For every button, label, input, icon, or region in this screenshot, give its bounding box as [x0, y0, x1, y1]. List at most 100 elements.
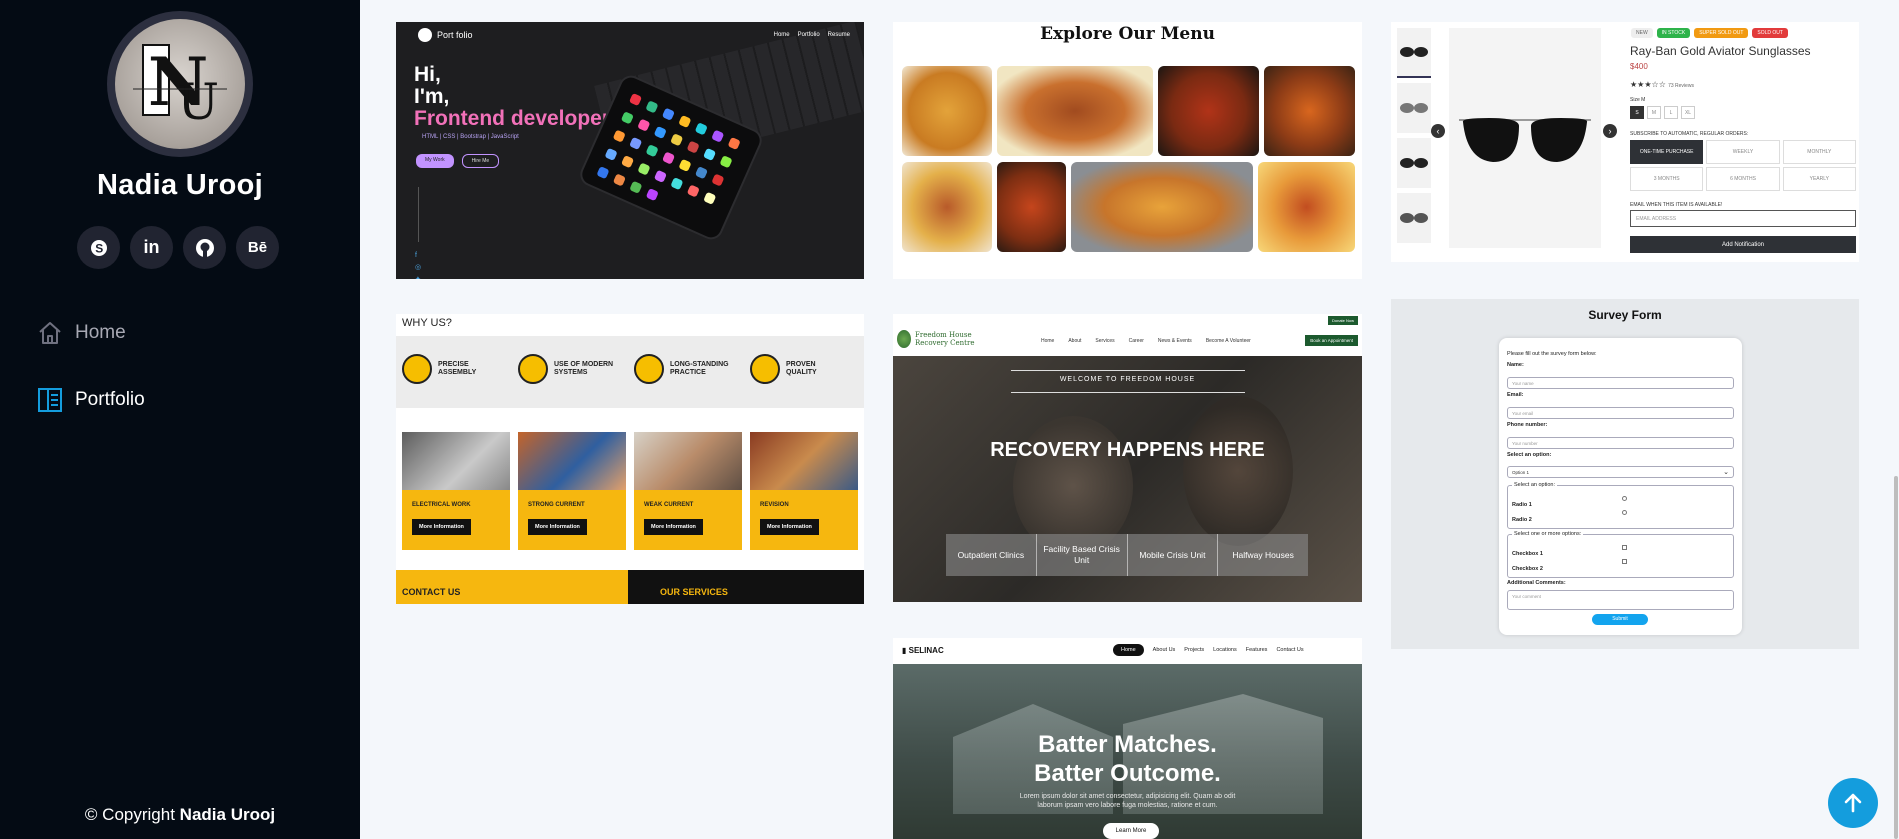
more-info-button-1: More Information — [412, 519, 471, 535]
option-yearly: YEARLY — [1782, 167, 1856, 191]
food-image-kebab — [997, 66, 1153, 156]
c5-box-halfway: Halfway Houses — [1232, 549, 1294, 560]
c5-appointment-button: Book an Appointment — [1305, 335, 1358, 346]
service-revision: REVISION More Information — [750, 432, 858, 550]
portfolio-item-recovery[interactable]: Donate Now Freedom House Recovery Centre… — [893, 314, 1362, 602]
c7-header: ▮ SELINAC Home About Us Projects Locatio… — [893, 638, 1362, 664]
portfolio-item-ecommerce[interactable]: ‹ › NEW IN STOCK SUPER SOLD OUT SOLD OUT… — [1391, 22, 1859, 262]
c1-divider — [418, 187, 419, 242]
portfolio-item-frontend[interactable]: Port folio Home Portfolio Resume Hi, I'm… — [396, 22, 864, 279]
social-links: S in Bē — [77, 226, 279, 269]
c5-brand: Freedom House Recovery Centre — [915, 331, 975, 347]
food-image-curry — [1158, 66, 1259, 156]
c6-email-input: Your email — [1507, 407, 1734, 419]
c7-nav-contact: Contact Us — [1276, 647, 1304, 653]
service-title-2: STRONG CURRENT — [528, 502, 585, 508]
c6-check1-label: Checkbox 1 — [1512, 551, 1543, 557]
c1-tags: HTML | CSS | Bootstrap | JavaScript — [422, 134, 519, 140]
home-icon — [39, 322, 61, 344]
service-title-3: WEAK CURRENT — [644, 502, 694, 508]
c3-stars: ★★★☆☆ 73 Reviews — [1630, 80, 1694, 89]
c5-nav: Home About Services Career News & Events… — [1041, 338, 1251, 344]
c5-nav-career: Career — [1128, 338, 1144, 344]
c5-line-top — [1011, 370, 1245, 371]
c5-nav-news: News & Events — [1157, 338, 1192, 344]
github-icon[interactable] — [183, 226, 226, 269]
more-info-button-3: More Information — [644, 519, 703, 535]
behance-icon[interactable]: Bē — [236, 226, 279, 269]
brand-logo-icon — [418, 28, 432, 42]
sunglasses-image — [1459, 118, 1591, 162]
c3-size-label: Size M — [1630, 97, 1646, 103]
thumb-1 — [1397, 28, 1431, 78]
c6-check-legend: Select one or more options: — [1512, 531, 1584, 537]
feature-text-3: LONG-STANDING PRACTICE — [670, 361, 729, 376]
c3-thumbnails — [1397, 28, 1431, 248]
c6-radio1-label: Radio 1 — [1512, 502, 1532, 508]
food-image-rice-platter — [1071, 162, 1253, 252]
badge-in-stock: IN STOCK — [1656, 28, 1691, 38]
prev-arrow-icon[interactable]: ‹ — [1431, 124, 1445, 138]
c6-comments-label: Additional Comments: — [1507, 580, 1566, 586]
c5-nav-about: About — [1068, 338, 1082, 344]
food-image-tikka — [1258, 162, 1355, 252]
c1-role: Frontend developer — [414, 107, 611, 130]
c7-nav-features: Features — [1245, 647, 1268, 653]
scroll-to-top-button[interactable] — [1828, 778, 1878, 828]
thumb-4 — [1397, 193, 1431, 243]
service-strong-current: STRONG CURRENT More Information — [518, 432, 626, 550]
size-m: M — [1647, 106, 1661, 119]
radio2-icon — [1622, 510, 1627, 515]
next-arrow-icon[interactable]: › — [1603, 124, 1617, 138]
food-image-chicken — [997, 162, 1066, 252]
c2-title: Explore Our Menu — [1040, 24, 1215, 44]
page-scrollbar[interactable] — [1893, 0, 1899, 839]
copyright-name: Nadia Urooj — [179, 805, 276, 824]
c6-name-label: Name: — [1507, 362, 1524, 368]
c6-intro: Please fill out the survey form below: — [1507, 351, 1597, 357]
c7-nav-projects: Projects — [1184, 647, 1205, 653]
food-image-burger — [902, 162, 992, 252]
c5-service-boxes: Outpatient Clinics Facility Based Crisis… — [946, 534, 1308, 576]
food-image-biryani — [902, 66, 992, 156]
long-standing-icon — [634, 354, 664, 384]
c1-brand: Port folio — [418, 28, 473, 42]
c4-contact-us: CONTACT US — [396, 570, 628, 604]
c7-headline: Batter Matches. Batter Outcome. — [893, 730, 1362, 788]
c5-title: RECOVERY HAPPENS HERE — [990, 439, 1265, 461]
proven-quality-icon — [750, 354, 780, 384]
logo-image: N U — [115, 19, 245, 149]
portfolio-item-survey[interactable]: Survey Form Please fill out the survey f… — [1391, 299, 1859, 649]
svg-text:S: S — [95, 241, 103, 255]
linkedin-icon[interactable]: in — [130, 226, 173, 269]
feature-modern-systems: USE OF MODERN SYSTEMS — [518, 354, 616, 384]
scrollbar-thumb[interactable] — [1894, 476, 1898, 839]
portfolio-item-electrical[interactable]: WHY US? PRECISE ASSEMBLY USE OF MODERN S… — [396, 314, 864, 604]
option-monthly: MONTHLY — [1782, 140, 1856, 164]
chevron-down-icon: ⌄ — [1723, 469, 1729, 476]
profile-logo[interactable]: N U — [107, 11, 253, 157]
c6-email-label: Email: — [1507, 392, 1524, 398]
c3-sizes: S M L XL — [1630, 106, 1695, 119]
nav-item-portfolio[interactable]: Portfolio — [37, 385, 145, 415]
size-xl: XL — [1681, 106, 1695, 119]
c5-line-bottom — [1011, 392, 1245, 393]
c7-brand-text: SELINAC — [908, 646, 944, 655]
service-title-4: REVISION — [760, 502, 789, 508]
c6-comments-input: Your comment — [1507, 590, 1734, 610]
badge-new: NEW — [1631, 28, 1653, 38]
c3-badges: NEW IN STOCK SUPER SOLD OUT SOLD OUT — [1631, 28, 1788, 38]
c1-social-icons: f◎✦ — [415, 252, 422, 279]
owner-name: Nadia Urooj — [96, 169, 264, 201]
sidebar: N U Nadia Urooj S in Bē Home Portfolio ©… — [0, 0, 360, 839]
c5-logo-icon — [897, 330, 911, 348]
c4-our-services: OUR SERVICES — [628, 570, 864, 604]
nav-item-home[interactable]: Home — [37, 318, 145, 348]
c5-header: Freedom House Recovery Centre Home About… — [893, 328, 1362, 356]
portfolio-item-menu[interactable]: Explore Our Menu — [893, 22, 1362, 279]
c5-box-mobile: Mobile Crisis Unit — [1128, 534, 1219, 576]
skype-icon[interactable]: S — [77, 226, 120, 269]
c7-nav-home: Home — [1113, 644, 1144, 656]
option-3-months: 3 MONTHS — [1630, 167, 1704, 191]
portfolio-item-selinac[interactable]: ▮ SELINAC Home About Us Projects Locatio… — [893, 638, 1362, 839]
